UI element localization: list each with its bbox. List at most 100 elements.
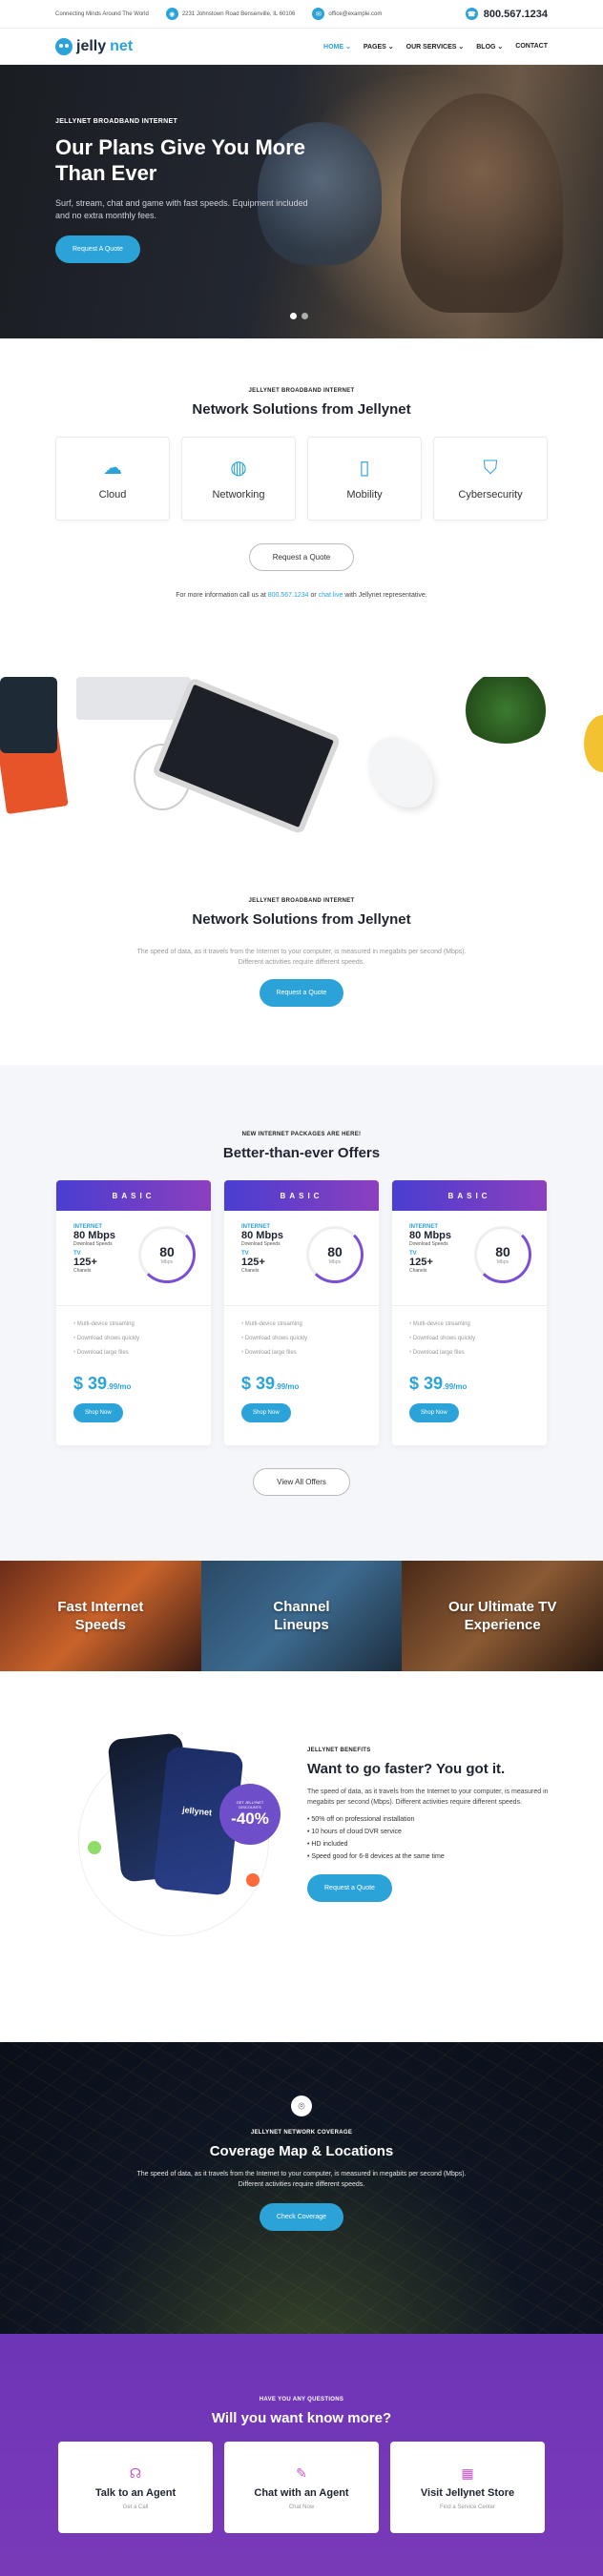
mail-icon: ✉ (312, 8, 325, 20)
logo-text: jelly (76, 37, 107, 54)
plan-features: Multi-device streaming Download shows qu… (392, 1306, 547, 1360)
offers-kicker: NEW INTERNET PACKAGES ARE HERE! (241, 1132, 362, 1137)
plan-features: Multi-device streaming Download shows qu… (56, 1306, 211, 1360)
cloud-icon: ☁ (103, 458, 122, 479)
mouse-image (355, 725, 447, 820)
plan-card: BASIC INTERNET 80 Mbps Download Speeds T… (56, 1180, 211, 1445)
offers-title: Better-than-ever Offers (222, 1145, 381, 1161)
nav-menu: HOME ⌄ PAGES ⌄ OUR SERVICES ⌄ BLOG ⌄ CON… (323, 43, 548, 51)
keyboard-image (76, 677, 191, 720)
contact-title: Will you want know more? (211, 2410, 392, 2426)
nav-item-contact[interactable]: CONTACT (515, 43, 548, 51)
view-all-offers-button[interactable]: View All Offers (253, 1468, 350, 1496)
chat-now-link[interactable]: Chat Now (289, 2504, 314, 2510)
plan-name: BASIC (392, 1180, 547, 1211)
card-mobility[interactable]: ▯ Mobility (307, 437, 422, 521)
speed-gauge: 80 Mbps (306, 1226, 364, 1283)
slider-dot[interactable] (290, 313, 297, 319)
speed-section: JELLYNET BROADBAND INTERNET Network Solu… (0, 848, 603, 1065)
location-icon: ◉ (165, 8, 178, 20)
nav-item-services[interactable]: OUR SERVICES ⌄ (406, 43, 465, 51)
shield-icon: ⛉ (483, 458, 498, 479)
coverage-content: ⌾ JELLYNET NETWORK COVERAGE Coverage Map… (0, 2096, 603, 2231)
contact-card-agent[interactable]: ☊ Talk to an Agent Get a Call (58, 2442, 213, 2533)
check-coverage-button[interactable]: Check Coverage (259, 2203, 344, 2231)
decorative-dot (88, 1841, 101, 1854)
benefits-quote-button[interactable]: Request a Quote (307, 1874, 392, 1902)
find-center-link[interactable]: Find a Service Center (440, 2504, 495, 2510)
discount-badge: GET JELLYNET DISCOUNTS -40% (219, 1784, 281, 1845)
mobile-icon: ▯ (359, 458, 370, 479)
slider-dots (290, 313, 308, 319)
shop-now-button[interactable]: Shop Now (73, 1403, 123, 1422)
store-icon: ▦ (461, 2464, 474, 2481)
top-phone[interactable]: ☎ 800.567.1234 (465, 8, 548, 20)
globe-icon: ◍ (230, 458, 247, 479)
plan-card: BASIC INTERNET 80 Mbps Download Speeds T… (224, 1180, 379, 1445)
top-bar: Connecting Minds Around The World ◉ 2231… (0, 0, 603, 29)
speed-gauge: 80 Mbps (474, 1226, 531, 1283)
info-phone-link[interactable]: 800.567.1234 (268, 592, 309, 599)
coverage-text: The speed of data, as it travels from th… (136, 2171, 467, 2188)
email[interactable]: ✉ office@example.com (312, 8, 382, 20)
phones-visual: jellynet GET JELLYNET DISCOUNTS -40% (69, 1727, 281, 1936)
hero-content: JELLYNET BROADBAND INTERNET Our Plans Gi… (55, 118, 322, 263)
hero-section: JELLYNET BROADBAND INTERNET Our Plans Gi… (0, 65, 603, 338)
coverage-kicker: JELLYNET NETWORK COVERAGE (250, 2130, 353, 2136)
coverage-section: ⌾ JELLYNET NETWORK COVERAGE Coverage Map… (0, 2042, 603, 2334)
phone-number[interactable]: 800.567.1234 (484, 9, 548, 20)
contact-kicker: HAVE YOU ANY QUESTIONS (259, 2397, 344, 2402)
benefits-paragraph: The speed of data, as it travels from th… (307, 1789, 549, 1806)
get-call-link[interactable]: Get a Call (123, 2504, 149, 2510)
banner-fast-internet[interactable]: Fast Internet Speeds (0, 1561, 201, 1671)
plan-cards: BASIC INTERNET 80 Mbps Download Speeds T… (0, 1180, 603, 1445)
solutions-quote-button[interactable]: Request a Quote (248, 543, 355, 571)
tagline-text: Connecting Minds Around The World (55, 10, 149, 17)
plan-price: $ 39.99/mo (409, 1374, 468, 1393)
card-label: Cloud (98, 489, 127, 501)
contact-cards: ☊ Talk to an Agent Get a Call ✎ Chat wit… (0, 2442, 603, 2533)
hero-text: Surf, stream, chat and game with fast sp… (55, 198, 308, 220)
nav-item-blog[interactable]: BLOG ⌄ (476, 43, 503, 51)
plan-specs: INTERNET 80 Mbps Download Speeds TV 125+… (224, 1211, 379, 1306)
speed-text: The speed of data, as it travels from th… (136, 949, 467, 966)
benefits-kicker: JELLYNET BENEFITS (307, 1748, 371, 1753)
chat-icon: ✎ (296, 2464, 307, 2481)
devices-image (0, 677, 603, 848)
speed-quote-button[interactable]: Request a Quote (259, 979, 344, 1007)
more-info-line: For more information call us at 800.567.… (176, 592, 427, 599)
solutions-title: Network Solutions from Jellynet (192, 401, 411, 418)
nav-item-home[interactable]: HOME ⌄ (323, 43, 351, 51)
shop-now-button[interactable]: Shop Now (409, 1403, 459, 1422)
solutions-section: JELLYNET BROADBAND INTERNET Network Solu… (0, 338, 603, 677)
nav-item-pages[interactable]: PAGES ⌄ (364, 43, 394, 51)
benefits-section: jellynet GET JELLYNET DISCOUNTS -40% JEL… (0, 1671, 603, 2042)
location-pin-icon: ⌾ (291, 2096, 312, 2116)
tablet-image (151, 677, 342, 835)
banner-channel-lineups[interactable]: Channel Lineups (200, 1561, 403, 1671)
card-cloud[interactable]: ☁ Cloud (55, 437, 170, 521)
solutions-kicker: JELLYNET BROADBAND INTERNET (248, 388, 355, 394)
phone-icon: ☎ (465, 8, 478, 20)
contact-card-store[interactable]: ▦ Visit Jellynet Store Find a Service Ce… (390, 2442, 545, 2533)
hero-quote-button[interactable]: Request A Quote (55, 235, 140, 263)
plan-name: BASIC (56, 1180, 211, 1211)
shop-now-button[interactable]: Shop Now (241, 1403, 291, 1422)
hero-kicker: JELLYNET BROADBAND INTERNET (55, 118, 178, 125)
address-text: 2231 Johnstown Road Bensenville, IL 6010… (181, 10, 296, 17)
contact-section: HAVE YOU ANY QUESTIONS Will you want kno… (0, 2334, 603, 2576)
card-networking[interactable]: ◍ Networking (181, 437, 296, 521)
offers-section: NEW INTERNET PACKAGES ARE HERE! Better-t… (0, 1065, 603, 1561)
plant-image (448, 677, 563, 744)
plan-features: Multi-device streaming Download shows qu… (224, 1306, 379, 1360)
contact-card-chat[interactable]: ✎ Chat with an Agent Chat Now (224, 2442, 379, 2533)
email-text[interactable]: office@example.com (328, 11, 382, 17)
decorative-dot (246, 1873, 260, 1887)
banner-tv-experience[interactable]: Our Ultimate TV Experience (402, 1561, 603, 1671)
logo[interactable]: jelly net (55, 37, 133, 55)
chat-live-link[interactable]: chat live (319, 592, 343, 599)
feature-banners: Fast Internet Speeds Channel Lineups Our… (0, 1561, 603, 1671)
plan-specs: INTERNET 80 Mbps Download Speeds TV 125+… (56, 1211, 211, 1306)
card-cybersecurity[interactable]: ⛉ Cybersecurity (433, 437, 548, 521)
slider-dot[interactable] (302, 313, 308, 319)
